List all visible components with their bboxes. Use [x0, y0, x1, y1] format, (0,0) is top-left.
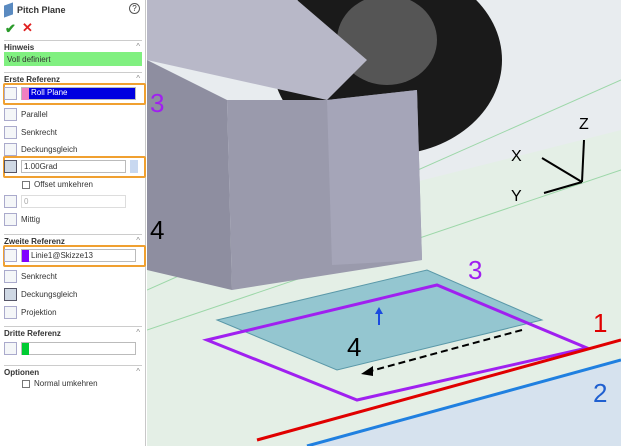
first-reference-value: Roll Plane: [29, 88, 135, 99]
3d-scene: [147, 0, 621, 446]
cube-icon: [4, 342, 17, 355]
midplane-icon: [4, 213, 17, 226]
senkrecht-option[interactable]: Senkrecht: [4, 126, 57, 139]
normal-umkehren-checkbox[interactable]: Normal umkehren: [22, 379, 98, 388]
angle-spinner[interactable]: [130, 160, 138, 173]
perpendicular-icon: [4, 126, 17, 139]
distance-value: 0: [24, 197, 29, 206]
axis-x-label: X: [511, 148, 522, 165]
first-reference-row[interactable]: Roll Plane: [4, 87, 136, 100]
second-reference-field[interactable]: Linie1@Skizze13: [21, 249, 136, 262]
axis-z-label: Z: [579, 116, 589, 133]
projection-icon: [4, 306, 17, 319]
senkrecht-label: Senkrecht: [21, 272, 58, 281]
coincident-icon: [4, 143, 17, 156]
angle-icon[interactable]: [4, 160, 17, 173]
annotation-1: 1: [593, 308, 608, 338]
graphics-viewport[interactable]: 3 4 3 4 1 2 Z X Y: [147, 0, 621, 446]
angle-value: 1.00Grad: [24, 162, 58, 171]
annotation-4-panel: 4: [150, 215, 165, 245]
collapse-icon[interactable]: ^: [136, 328, 140, 337]
dritte-referenz-header[interactable]: Dritte Referenz ^: [4, 326, 142, 338]
collapse-icon[interactable]: ^: [136, 42, 140, 51]
deckungsgleich-label: Deckungsgleich: [21, 290, 78, 299]
first-reference-field[interactable]: Roll Plane: [21, 87, 136, 100]
projektion-option[interactable]: Projektion: [4, 306, 57, 319]
angle-input[interactable]: 1.00Grad: [21, 160, 126, 173]
collapse-icon[interactable]: ^: [136, 367, 140, 376]
normal-umkehren-label: Normal umkehren: [34, 379, 98, 388]
annotation-2: 2: [593, 378, 608, 408]
panel-title: Pitch Plane: [17, 5, 66, 15]
annotation-4-view: 4: [347, 332, 362, 362]
cancel-x-icon[interactable]: ✕: [22, 20, 33, 36]
axis-y-label: Y: [511, 188, 522, 205]
parallel-icon: [4, 108, 17, 121]
optionen-header[interactable]: Optionen ^: [4, 365, 142, 377]
status-message: Voll definiert: [4, 52, 142, 66]
distance-input[interactable]: 0: [21, 195, 126, 208]
projektion-label: Projektion: [21, 308, 57, 317]
senkrecht-option-2[interactable]: Senkrecht: [4, 270, 57, 283]
cube-icon: [4, 87, 17, 100]
distance-icon: [4, 195, 17, 208]
second-reference-row[interactable]: Linie1@Skizze13: [4, 249, 136, 262]
senkrecht-label: Senkrecht: [21, 128, 58, 137]
deckungsgleich-label: Deckungsgleich: [21, 145, 78, 154]
parallel-option[interactable]: Parallel: [4, 108, 48, 121]
deckungsgleich-option[interactable]: Deckungsgleich: [4, 143, 77, 156]
mittig-option[interactable]: Mittig: [4, 213, 40, 226]
offset-umkehren-label: Offset umkehren: [34, 180, 93, 189]
property-manager: Pitch Plane ? ✔ ✕ Hinweis ^ Voll definier…: [0, 0, 146, 446]
annotation-3-panel: 3: [150, 88, 165, 118]
title-row: Pitch Plane: [4, 2, 66, 18]
perpendicular-icon: [4, 270, 17, 283]
distance-row: 0: [4, 195, 126, 208]
angle-row[interactable]: 1.00Grad: [4, 160, 138, 173]
collapse-icon[interactable]: ^: [136, 74, 140, 83]
collapse-icon[interactable]: ^: [136, 236, 140, 245]
cube-icon: [4, 249, 17, 262]
parallel-label: Parallel: [21, 110, 48, 119]
third-reference-field[interactable]: [21, 342, 136, 355]
deckungsgleich-option-2[interactable]: Deckungsgleich: [4, 288, 77, 301]
hinweis-section-header[interactable]: Hinweis ^: [4, 40, 142, 52]
coincident-icon: [4, 288, 17, 301]
offset-umkehren-checkbox[interactable]: Offset umkehren: [22, 180, 93, 189]
mittig-label: Mittig: [21, 215, 41, 224]
help-icon[interactable]: ?: [129, 3, 140, 14]
plane-icon: [4, 2, 13, 18]
third-reference-row[interactable]: [4, 342, 136, 355]
annotation-3-view: 3: [468, 255, 483, 285]
second-reference-value: Linie1@Skizze13: [31, 251, 93, 260]
ok-check-icon[interactable]: ✔: [5, 21, 16, 37]
